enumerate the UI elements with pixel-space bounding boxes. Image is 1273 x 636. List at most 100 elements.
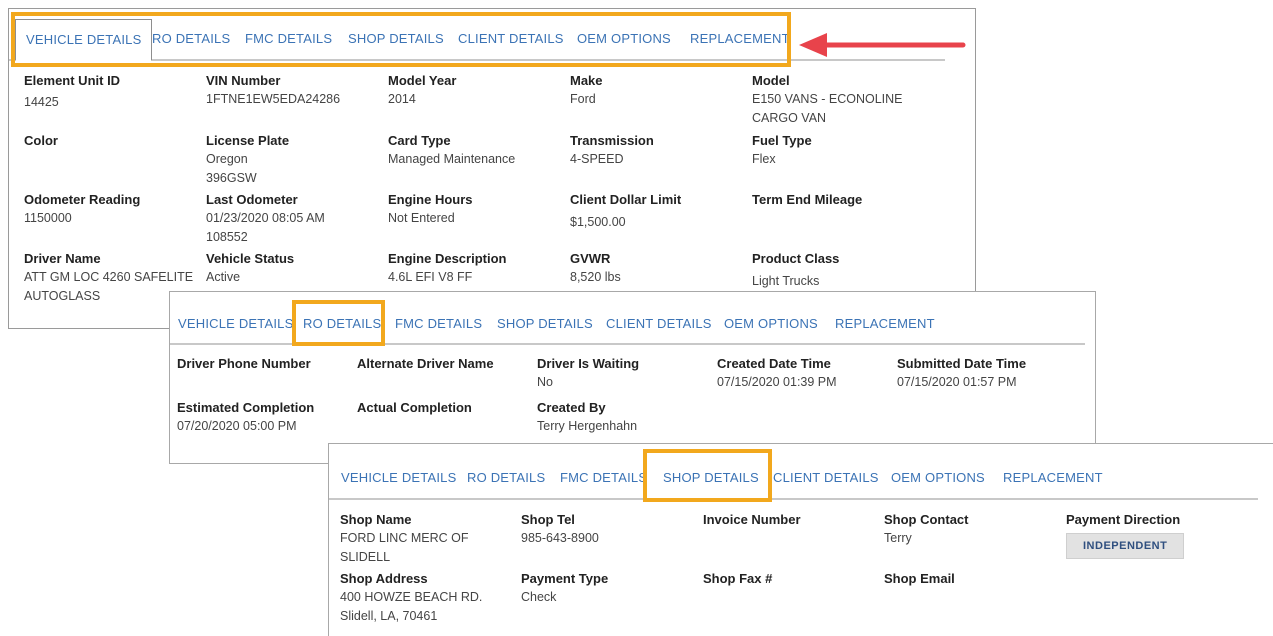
field-value: 4.6L EFI V8 FF	[388, 270, 473, 284]
field-vehicle-status: Vehicle Status Active	[206, 250, 294, 287]
field-model: Model E150 VANS - ECONOLINE CARGO VAN	[752, 72, 903, 128]
tab-client-details[interactable]: CLIENT DETAILS	[458, 19, 564, 59]
field-label: Payment Direction	[1066, 512, 1181, 527]
field-value: Slidell, LA, 70461	[340, 609, 438, 623]
tab-replacement[interactable]: REPLACEMENT	[690, 19, 790, 59]
tab-client-details[interactable]: CLIENT DETAILS	[773, 458, 879, 498]
field-label: Estimated Completion	[177, 400, 315, 415]
tab-vehicle-details[interactable]: VEHICLE DETAILS	[178, 304, 293, 344]
field-transmission: Transmission 4-SPEED	[570, 132, 654, 169]
field-value: Active	[206, 270, 241, 284]
field-label: Shop Name	[340, 512, 412, 527]
tab-bar: VEHICLE DETAILS RO DETAILS FMC DETAILS S…	[170, 304, 1095, 345]
field-label: GVWR	[570, 251, 611, 266]
field-shop-email: Shop Email	[884, 570, 955, 588]
field-value: 8,520 lbs	[570, 270, 621, 284]
field-label: Color	[24, 133, 58, 148]
field-label: Invoice Number	[703, 512, 801, 527]
field-label: Shop Email	[884, 571, 955, 586]
field-value: 1150000	[24, 211, 72, 225]
field-value: Light Trucks	[752, 274, 820, 288]
tab-oem-options[interactable]: OEM OPTIONS	[724, 304, 818, 344]
field-value: 1FTNE1EW5EDA24286	[206, 92, 341, 106]
tab-vehicle-details[interactable]: VEHICLE DETAILS	[341, 458, 456, 498]
field-actual-completion: Actual Completion	[357, 399, 472, 417]
field-value: 07/15/2020 01:39 PM	[717, 375, 837, 389]
field-payment-type: Payment Type Check	[521, 570, 608, 607]
field-value: 14425	[24, 95, 59, 109]
tab-shop-details[interactable]: SHOP DETAILS	[497, 304, 593, 344]
field-value: 396GSW	[206, 171, 257, 185]
field-shop-address: Shop Address 400 HOWZE BEACH RD. Slidell…	[340, 570, 482, 626]
tab-fmc-details[interactable]: FMC DETAILS	[560, 458, 647, 498]
field-submitted-date-time: Submitted Date Time 07/15/2020 01:57 PM	[897, 355, 1026, 392]
tab-bar: VEHICLE DETAILS RO DETAILS FMC DETAILS S…	[329, 458, 1273, 500]
field-label: Driver Name	[24, 251, 101, 266]
field-label: Created By	[537, 400, 606, 415]
tab-oem-options[interactable]: OEM OPTIONS	[891, 458, 985, 498]
tab-fmc-details[interactable]: FMC DETAILS	[245, 19, 332, 59]
field-label: Fuel Type	[752, 133, 812, 148]
field-client-dollar-limit: Client Dollar Limit $1,500.00	[570, 191, 681, 232]
field-estimated-completion: Estimated Completion 07/20/2020 05:00 PM	[177, 399, 314, 436]
shop-details-panel: VEHICLE DETAILS RO DETAILS FMC DETAILS S…	[328, 443, 1273, 636]
field-value: 07/20/2020 05:00 PM	[177, 419, 297, 433]
field-shop-name: Shop Name FORD LINC MERC OF SLIDELL	[340, 511, 468, 567]
field-value: No	[537, 375, 553, 389]
field-label: Vehicle Status	[206, 251, 295, 266]
tab-ro-details[interactable]: RO DETAILS	[152, 19, 230, 59]
tab-ro-details[interactable]: RO DETAILS	[303, 304, 381, 344]
tab-client-details[interactable]: CLIENT DETAILS	[606, 304, 712, 344]
field-value: 4-SPEED	[570, 152, 624, 166]
field-label: Alternate Driver Name	[357, 356, 494, 371]
field-created-by: Created By Terry Hergenhahn	[537, 399, 637, 436]
field-fuel-type: Fuel Type Flex	[752, 132, 812, 169]
field-value: 985-643-8900	[521, 531, 599, 545]
tab-shop-details[interactable]: SHOP DETAILS	[663, 458, 759, 498]
field-shop-fax: Shop Fax #	[703, 570, 772, 588]
field-invoice-number: Invoice Number	[703, 511, 801, 529]
field-label: Term End Mileage	[752, 192, 863, 207]
tab-ro-details[interactable]: RO DETAILS	[467, 458, 545, 498]
tab-oem-options[interactable]: OEM OPTIONS	[577, 19, 671, 59]
tab-shop-details[interactable]: SHOP DETAILS	[348, 19, 444, 59]
field-label: Shop Tel	[521, 512, 575, 527]
field-label: Engine Hours	[388, 192, 473, 207]
tab-fmc-details[interactable]: FMC DETAILS	[395, 304, 482, 344]
field-value: 108552	[206, 230, 248, 244]
field-color: Color	[24, 132, 58, 150]
field-label: Shop Address	[340, 571, 428, 586]
field-payment-direction: Payment Direction INDEPENDENT	[1066, 511, 1185, 559]
field-value: FORD LINC MERC OF	[340, 531, 469, 545]
field-driver-name: Driver Name ATT GM LOC 4260 SAFELITE AUT…	[24, 250, 193, 306]
field-label: Client Dollar Limit	[570, 192, 682, 207]
field-value: Flex	[752, 152, 776, 166]
tab-replacement[interactable]: REPLACEMENT	[1003, 458, 1103, 498]
field-card-type: Card Type Managed Maintenance	[388, 132, 515, 169]
field-label: Shop Fax #	[703, 571, 773, 586]
field-label: VIN Number	[206, 73, 281, 88]
field-label: Odometer Reading	[24, 192, 141, 207]
field-value: Terry	[884, 531, 912, 545]
field-label: Last Odometer	[206, 192, 298, 207]
field-value: Check	[521, 590, 557, 604]
field-value: 2014	[388, 92, 416, 106]
field-label: Make	[570, 73, 603, 88]
field-value: Terry Hergenhahn	[537, 419, 638, 433]
field-value: Managed Maintenance	[388, 152, 516, 166]
field-label: Engine Description	[388, 251, 507, 266]
field-label: Card Type	[388, 133, 451, 148]
arrow-left-icon	[799, 33, 966, 57]
field-label: Driver Is Waiting	[537, 356, 640, 371]
tab-underline	[329, 498, 1258, 500]
field-label: Product Class	[752, 251, 840, 266]
field-value: 07/15/2020 01:57 PM	[897, 375, 1017, 389]
field-last-odometer: Last Odometer 01/23/2020 08:05 AM 108552	[206, 191, 325, 247]
field-engine-description: Engine Description 4.6L EFI V8 FF	[388, 250, 506, 287]
field-label: Model Year	[388, 73, 457, 88]
tab-replacement[interactable]: REPLACEMENT	[835, 304, 935, 344]
tab-vehicle-details[interactable]: VEHICLE DETAILS	[15, 19, 153, 61]
field-created-date-time: Created Date Time 07/15/2020 01:39 PM	[717, 355, 837, 392]
field-label: Transmission	[570, 133, 654, 148]
field-label: License Plate	[206, 133, 290, 148]
